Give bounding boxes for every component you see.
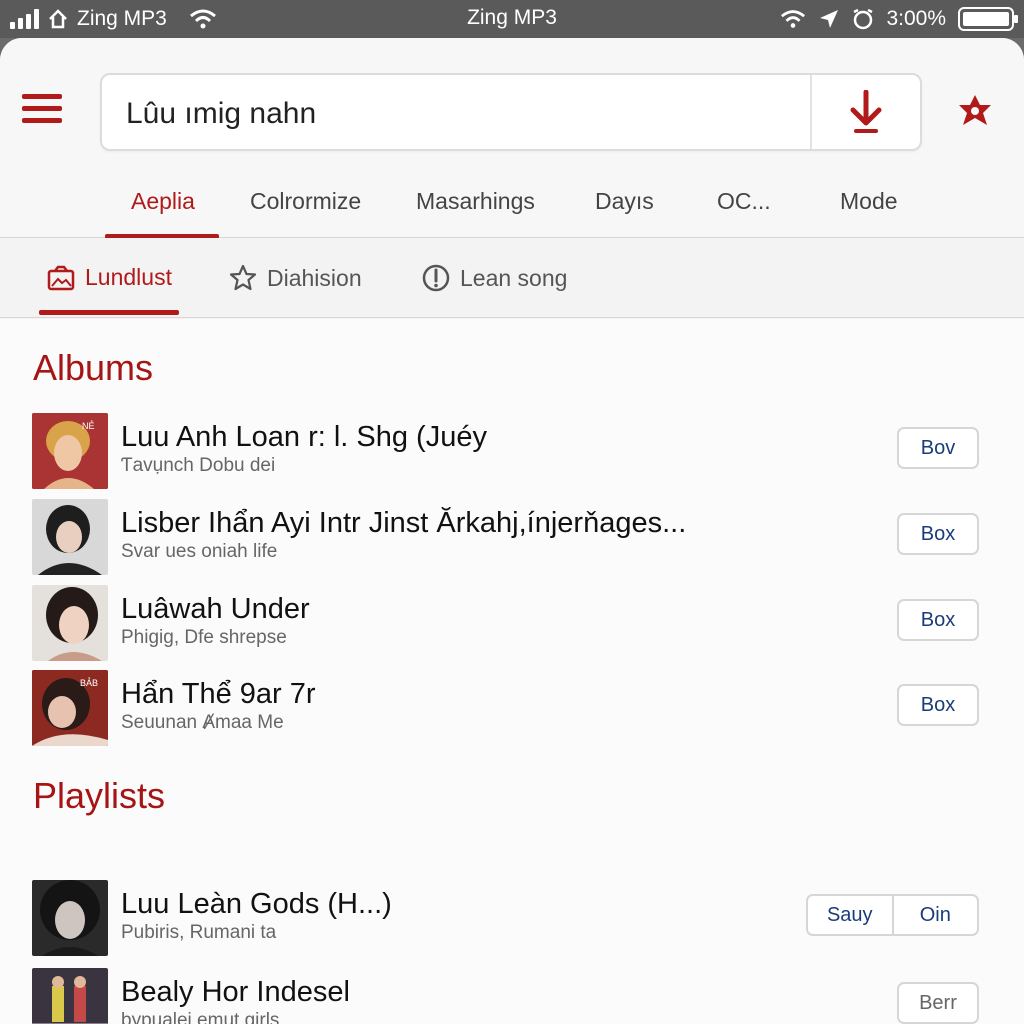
star-badge-icon[interactable] [955, 92, 995, 132]
search-bar[interactable]: Lûu ımig nahn [100, 73, 922, 151]
album-row[interactable]: NẺ Luu Anh Loan r: l. Shg (Juéy Ƭavụnch … [32, 413, 992, 489]
hamburger-menu-icon[interactable] [22, 94, 62, 128]
album-row[interactable]: Luâwah Under Phigig, Dfe shrepse Box [32, 585, 992, 661]
playlist-action-button[interactable]: Berr [897, 982, 979, 1024]
battery-icon [958, 7, 1018, 31]
tab-dayis[interactable]: Dayıs [595, 188, 654, 215]
album-row[interactable]: BẢB Hẩn Thể 9ar 7r Seuunan Ⱥmaa Me Box [32, 670, 992, 746]
playlist-cover [32, 968, 108, 1024]
subtab-lundlust[interactable]: Lundlust [47, 264, 172, 291]
star-icon [229, 264, 257, 291]
download-button[interactable] [810, 75, 920, 149]
album-subtitle: Svar ues oniah life [121, 541, 278, 562]
album-cover [32, 499, 108, 575]
subtab-label: Diahision [267, 264, 362, 291]
subtab-label: Lean song [460, 264, 568, 291]
album-title: Lisber Ihẩn Ayi Intr Jinst Ărkahj,ínjerň… [121, 507, 687, 539]
albums-heading: Albums [33, 347, 154, 388]
playlist-join-button[interactable]: Oin [891, 896, 978, 934]
album-title: Luâwah Under [121, 593, 310, 625]
playlist-title: Bealy Hor Indesel [121, 976, 350, 1008]
subtab-label: Lundlust [85, 264, 172, 290]
playlist-save-button[interactable]: Sauy [808, 896, 892, 934]
playlist-subtitle: bypualei emut girls [121, 1010, 280, 1024]
svg-text:NẺ: NẺ [82, 420, 95, 431]
location-icon [820, 10, 839, 28]
playlist-button-group: Sauy Oin [806, 894, 979, 936]
subtab-diahision[interactable]: Diahision [229, 264, 362, 292]
download-circle-icon [422, 264, 450, 292]
album-row[interactable]: Lisber Ihẩn Ayi Intr Jinst Ărkahj,ínjerň… [32, 499, 992, 575]
playlist-cover [32, 880, 108, 956]
album-subtitle: Phigig, Dfe shrepse [121, 627, 287, 648]
app-window: Lûu ımig nahn Aeplia Colrormize Masarhin… [0, 38, 1024, 1024]
playlist-row[interactable]: Bealy Hor Indesel bypualei emut girls Be… [32, 968, 992, 1024]
album-cover [32, 585, 108, 661]
status-right: 3:00% [780, 0, 1018, 38]
album-action-button[interactable]: Bov [897, 427, 979, 469]
album-action-button[interactable]: Box [897, 599, 979, 641]
download-arrow-icon [850, 90, 882, 133]
tab-colrormize[interactable]: Colrormize [250, 188, 361, 215]
tab-masarhings[interactable]: Masarhings [416, 188, 535, 215]
sub-tabs: Lundlust Diahision Lean song [0, 238, 1024, 318]
tab-aeplia[interactable]: Aeplia [131, 188, 195, 215]
alarm-icon [853, 8, 874, 30]
album-cover: NẺ [32, 413, 108, 489]
album-action-button[interactable]: Box [897, 513, 979, 555]
tab-mode[interactable]: Mode [840, 188, 898, 215]
status-bar: Zing MP3 Zing MP3 3:00% [0, 0, 1024, 38]
search-input[interactable]: Lûu ımig nahn [126, 97, 316, 131]
playlist-subtitle: Pubiris, Rumani ta [121, 922, 277, 943]
subtab-lean-song[interactable]: Lean song [422, 264, 567, 292]
playlist-row[interactable]: Luu Leàn Gods (H...) Pubiris, Rumani ta … [32, 880, 992, 956]
playlists-heading: Playlists [33, 775, 166, 816]
album-subtitle: Ƭavụnch Dobu dei [121, 455, 276, 476]
album-title: Luu Anh Loan r: l. Shg (Juéy [121, 421, 487, 453]
album-subtitle: Seuunan Ⱥmaa Me [121, 712, 284, 733]
photo-icon [47, 265, 75, 290]
svg-text:BẢB: BẢB [80, 677, 98, 688]
tab-oc[interactable]: OC... [717, 188, 771, 215]
playlist-title: Luu Leàn Gods (H...) [121, 888, 392, 920]
results-content: Albums NẺ Luu Anh Loan r: l. Shg (Juéy Ƭ… [0, 319, 1024, 1024]
wifi-icon [781, 10, 806, 28]
battery-percent: 3:00% [886, 7, 946, 30]
category-tabs: Aeplia Colrormize Masarhings Dayıs OC...… [0, 178, 1024, 239]
album-title: Hẩn Thể 9ar 7r [121, 678, 316, 710]
album-action-button[interactable]: Box [897, 684, 979, 726]
app-header: Lûu ımig nahn Aeplia Colrormize Masarhin… [0, 38, 1024, 239]
active-subtab-indicator [39, 310, 179, 315]
album-cover: BẢB [32, 670, 108, 746]
